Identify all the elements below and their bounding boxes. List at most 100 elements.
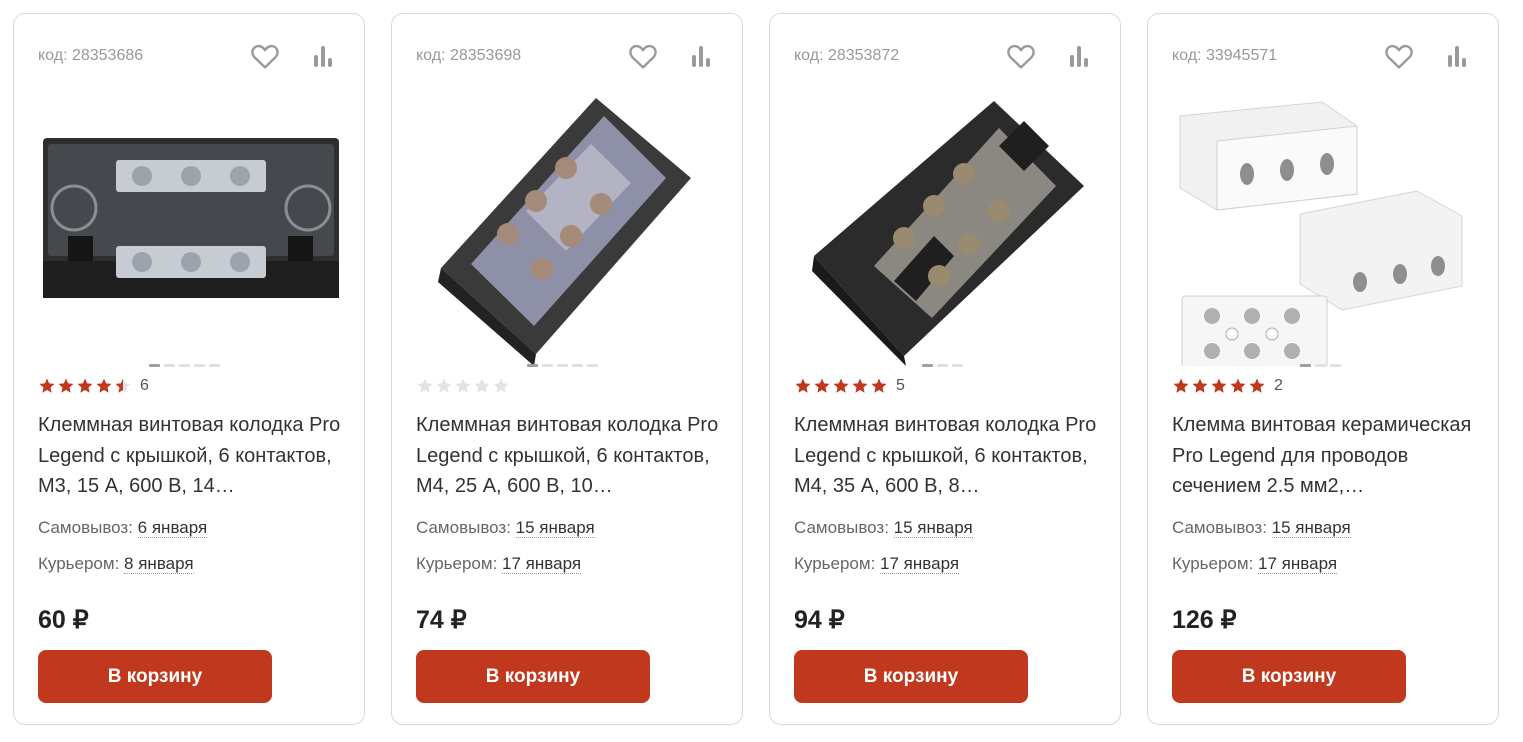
courier-label: Курьером: (416, 554, 498, 573)
pickup-label: Самовывоз: (38, 518, 133, 537)
product-image[interactable] (38, 86, 342, 366)
star-icon (795, 378, 811, 393)
review-count[interactable]: 6 (140, 377, 149, 395)
gallery-dot[interactable] (149, 364, 160, 367)
gallery-dot[interactable] (587, 364, 598, 367)
review-count[interactable]: 5 (896, 377, 905, 395)
star-icon (833, 378, 849, 393)
pickup-date[interactable]: 15 января (515, 518, 595, 538)
star-icon (39, 378, 55, 393)
pickup-date[interactable]: 15 января (893, 518, 973, 538)
gallery-dot[interactable] (922, 364, 933, 367)
delivery-pickup: Самовывоз: 15 января (1172, 518, 1351, 538)
review-count[interactable]: 2 (1274, 377, 1283, 395)
gallery-dot[interactable] (952, 364, 963, 367)
gallery-indicator (527, 364, 598, 367)
product-title[interactable]: Клеммная винтовая колодка Pro Legend с к… (794, 410, 1104, 502)
add-to-cart-button[interactable]: В корзину (416, 650, 650, 703)
product-card[interactable]: код: 28353686 6 Клеммная винтовая колодк… (13, 13, 365, 725)
star-icon (1192, 378, 1208, 393)
star-icon (436, 378, 452, 393)
gallery-dot[interactable] (1315, 364, 1326, 367)
courier-label: Курьером: (1172, 554, 1254, 573)
bar-chart-icon[interactable] (688, 43, 714, 71)
pickup-date[interactable]: 15 января (1271, 518, 1351, 538)
star-icon (814, 378, 830, 393)
rating (416, 375, 518, 397)
star-icon (871, 378, 887, 393)
product-image[interactable] (416, 86, 720, 366)
heart-outline-icon[interactable] (1004, 40, 1038, 72)
gallery-dot[interactable] (937, 364, 948, 367)
delivery-pickup: Самовывоз: 6 января (38, 518, 208, 538)
price: 94 ₽ (794, 606, 845, 634)
product-title[interactable]: Клеммная винтовая колодка Pro Legend с к… (38, 410, 348, 502)
product-card[interactable]: код: 28353872 5 Клеммная винтовая колодк… (769, 13, 1121, 725)
price: 126 ₽ (1172, 606, 1237, 634)
delivery-pickup: Самовывоз: 15 января (416, 518, 595, 538)
product-code: код: 28353686 (38, 47, 144, 64)
star-icon (115, 378, 131, 393)
add-to-cart-button[interactable]: В корзину (794, 650, 1028, 703)
heart-outline-icon[interactable] (248, 40, 282, 72)
add-to-cart-button[interactable]: В корзину (1172, 650, 1406, 703)
star-icon (417, 378, 433, 393)
bar-chart-icon[interactable] (1444, 43, 1470, 71)
rating: 6 (38, 375, 149, 397)
product-image[interactable] (1172, 86, 1476, 366)
star-icon (96, 378, 112, 393)
product-title[interactable]: Клемма винтовая керамическая Pro Legend … (1172, 410, 1482, 502)
price: 74 ₽ (416, 606, 467, 634)
product-code: код: 28353698 (416, 47, 522, 64)
product-title[interactable]: Клеммная винтовая колодка Pro Legend с к… (416, 410, 726, 502)
gallery-dot[interactable] (542, 364, 553, 367)
heart-outline-icon[interactable] (1382, 40, 1416, 72)
product-grid: код: 28353686 6 Клеммная винтовая колодк… (0, 0, 1523, 742)
gallery-indicator (149, 364, 220, 367)
price: 60 ₽ (38, 606, 89, 634)
gallery-dot[interactable] (209, 364, 220, 367)
pickup-date[interactable]: 6 января (137, 518, 208, 538)
courier-date[interactable]: 17 января (880, 554, 960, 574)
bar-chart-icon[interactable] (1066, 43, 1092, 71)
add-to-cart-button[interactable]: В корзину (38, 650, 272, 703)
delivery-courier: Курьером: 17 января (794, 554, 960, 574)
gallery-dot[interactable] (1300, 364, 1311, 367)
bar-chart-icon[interactable] (310, 43, 336, 71)
gallery-dot[interactable] (527, 364, 538, 367)
star-icon (852, 378, 868, 393)
heart-outline-icon[interactable] (626, 40, 660, 72)
gallery-dot[interactable] (179, 364, 190, 367)
delivery-courier: Курьером: 8 января (38, 554, 194, 574)
product-code: код: 33945571 (1172, 47, 1278, 64)
courier-label: Курьером: (38, 554, 120, 573)
pickup-label: Самовывоз: (794, 518, 889, 537)
product-card[interactable]: код: 28353698 Клеммная винтовая колодка … (391, 13, 743, 725)
star-icon (1230, 378, 1246, 393)
gallery-dot[interactable] (572, 364, 583, 367)
star-icon (493, 378, 509, 393)
star-icon (1173, 378, 1189, 393)
star-icon (1249, 378, 1265, 393)
gallery-dot[interactable] (1330, 364, 1341, 367)
star-icon (474, 378, 490, 393)
rating: 2 (1172, 375, 1283, 397)
pickup-label: Самовывоз: (416, 518, 511, 537)
delivery-pickup: Самовывоз: 15 января (794, 518, 973, 538)
product-image[interactable] (794, 86, 1098, 366)
product-card[interactable]: код: 33945571 2 Клемма винтовая керамиче… (1147, 13, 1499, 725)
gallery-dot[interactable] (557, 364, 568, 367)
star-icon (58, 378, 74, 393)
gallery-indicator (922, 364, 963, 367)
courier-date[interactable]: 17 января (1258, 554, 1338, 574)
courier-date[interactable]: 8 января (124, 554, 194, 574)
delivery-courier: Курьером: 17 января (416, 554, 582, 574)
delivery-courier: Курьером: 17 января (1172, 554, 1338, 574)
rating: 5 (794, 375, 905, 397)
courier-date[interactable]: 17 января (502, 554, 582, 574)
courier-label: Курьером: (794, 554, 876, 573)
gallery-dot[interactable] (194, 364, 205, 367)
product-code: код: 28353872 (794, 47, 900, 64)
gallery-dot[interactable] (164, 364, 175, 367)
gallery-indicator (1300, 364, 1341, 367)
